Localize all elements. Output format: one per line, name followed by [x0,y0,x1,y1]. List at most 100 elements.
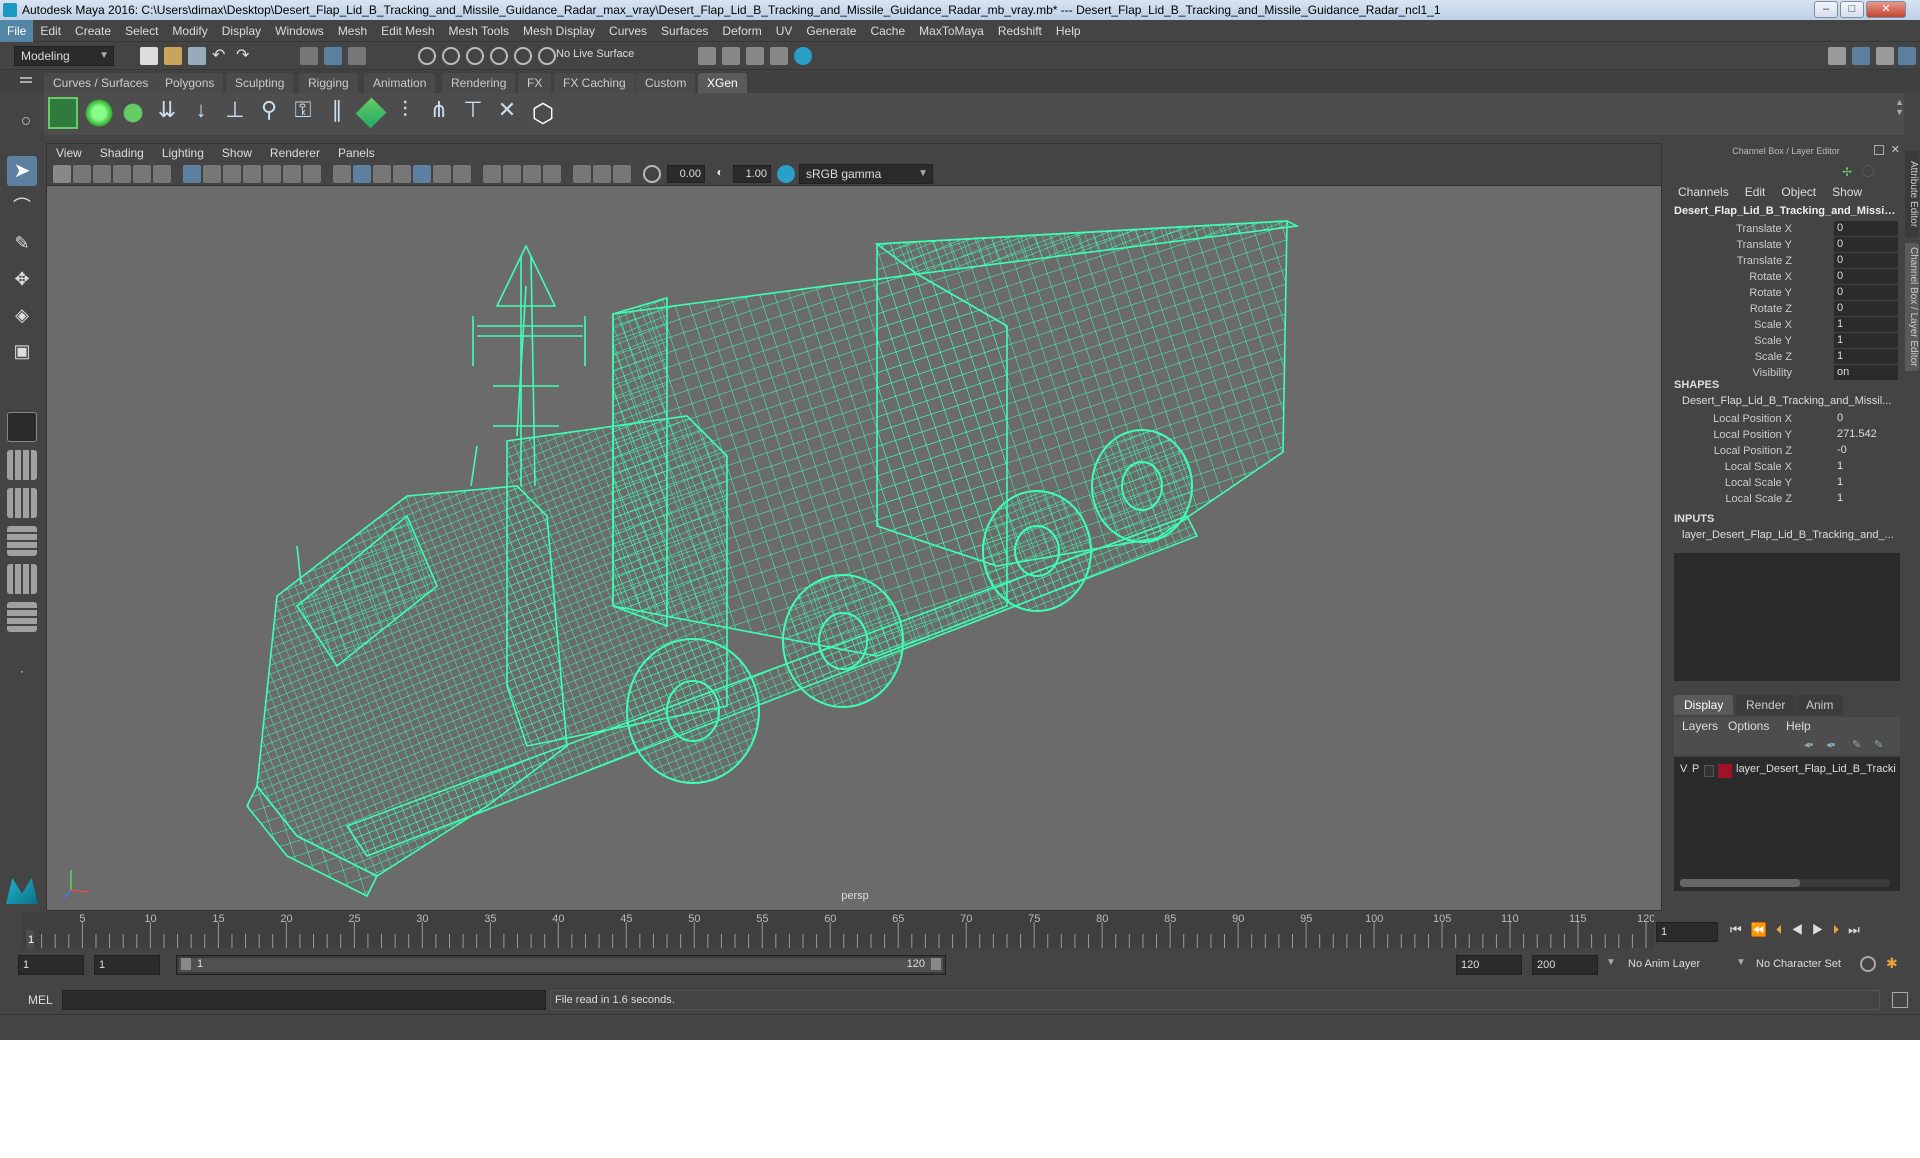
new-layer-icon[interactable]: ✎ [1852,738,1861,751]
wheel-1[interactable] [626,638,760,784]
undo-icon[interactable]: ↶ [212,47,230,65]
channel-attr-value[interactable]: 0 [1834,301,1898,316]
open-scene-icon[interactable] [164,47,182,65]
safe-action-icon[interactable] [283,165,301,183]
shape-attr-value[interactable]: 1 [1834,475,1898,490]
layer-menu-help[interactable]: Help [1786,719,1811,733]
shadows-icon[interactable] [433,165,451,183]
render-frame-icon[interactable] [698,47,716,65]
exposure-field[interactable]: 0.00 [667,165,705,183]
menu-redshift[interactable]: Redshift [991,20,1049,42]
scale-tool-icon[interactable]: ▣ [7,336,37,366]
shelf-tab-xgen[interactable]: XGen [698,73,747,93]
shape-attr-value[interactable]: 1 [1834,459,1898,474]
rotate-tool-icon[interactable]: ◈ [7,300,37,330]
select-hierarchy-icon[interactable] [300,47,318,65]
two-d-pan-icon[interactable] [133,165,151,183]
gate-mask-icon[interactable] [243,165,261,183]
wireframe-icon[interactable] [333,165,351,183]
smooth-shade-icon[interactable] [353,165,371,183]
snap-live-icon[interactable] [538,47,556,65]
shelf-tab-rigging[interactable]: Rigging [299,73,358,93]
vp-menu-lighting[interactable]: Lighting [153,144,213,162]
xgen-preview-icon[interactable]: ⬡ [528,97,558,129]
field-chart-icon[interactable] [263,165,281,183]
channel-box-toggle-icon[interactable] [1898,47,1916,65]
layer-type-toggle[interactable] [1704,765,1714,777]
layer-name[interactable]: layer_Desert_Flap_Lid_B_Trackir [1736,763,1896,775]
lasso-tool-icon[interactable]: ⌒ [7,192,37,222]
ipr-render-icon[interactable] [722,47,740,65]
step-forward-key-icon[interactable]: ⏵ [1833,922,1849,937]
guide-length-icon[interactable]: ∥ [322,97,352,129]
shelf-menu-icon[interactable] [20,77,32,79]
move-layer-up-icon[interactable]: ◂▪ [1804,738,1813,751]
move-layer-down-icon[interactable]: ◂▪ [1826,738,1835,751]
lasso-guide-icon[interactable]: ⚲ [254,97,284,129]
vp-menu-view[interactable]: View [47,144,91,162]
shape-attr-row[interactable]: Local Position Z -0 [1670,443,1902,459]
channel-attr-row[interactable]: Scale X 1 [1670,317,1902,333]
shelf-scroll-icon[interactable]: ▲ ▼ [1895,97,1904,117]
layout-graph-icon[interactable] [7,602,37,632]
snap-view-plane-icon[interactable] [490,47,508,65]
channel-attr-value[interactable]: 0 [1834,269,1898,284]
bookmark-icon[interactable] [93,165,111,183]
animation-end-field[interactable]: 200 [1532,955,1598,975]
menu-edit[interactable]: Edit [33,20,68,42]
channel-attr-row[interactable]: Translate Z 0 [1670,253,1902,269]
menu-select[interactable]: Select [118,20,165,42]
channel-attr-value[interactable]: 0 [1834,221,1898,236]
shelf-tab-polygons[interactable]: Polygons [156,73,224,93]
viewport-panel[interactable]: View Shading Lighting Show Renderer Pane… [46,143,1662,911]
snap-grid-icon[interactable] [418,47,436,65]
menu-mesh[interactable]: Mesh [331,20,374,42]
command-input[interactable] [62,990,546,1010]
vp-menu-shading[interactable]: Shading [91,144,153,162]
layer-tab-render[interactable]: Render [1736,695,1796,715]
range-end-grip[interactable] [931,958,941,970]
character-set-dropdown[interactable]: No Character Set [1756,958,1841,970]
colorspace-dropdown[interactable]: sRGB gamma ▼ [799,164,933,184]
auto-key-icon[interactable] [1860,956,1876,972]
minimize-button[interactable]: – [1814,1,1838,18]
attribute-editor-side-tab[interactable]: Attribute Editor [1905,151,1919,237]
save-scene-icon[interactable] [188,47,206,65]
float-panel-icon[interactable] [1874,145,1884,155]
vp-menu-show[interactable]: Show [213,144,261,162]
render-view-icon[interactable] [794,47,812,65]
density-paint-icon[interactable] [355,97,387,129]
shape-attr-row[interactable]: Local Scale Y 1 [1670,475,1902,491]
color-management-icon[interactable] [777,165,795,183]
workspace-icon[interactable] [1828,47,1846,65]
shape-attr-row[interactable]: Local Scale Z 1 [1670,491,1902,507]
shelf-tab-rendering[interactable]: Rendering [442,73,516,93]
snap-curve-icon[interactable] [442,47,460,65]
hypershade-icon[interactable] [770,47,788,65]
isolate-select-icon[interactable] [543,165,561,183]
menu-curves[interactable]: Curves [602,20,654,42]
channel-attr-row[interactable]: Rotate Z 0 [1670,301,1902,317]
new-scene-icon[interactable] [140,47,158,65]
layout-four-icon[interactable] [7,488,37,518]
go-to-end-icon[interactable]: ⏭ [1848,922,1869,937]
selected-node-name[interactable]: Desert_Flap_Lid_B_Tracking_and_Missile..… [1674,205,1898,217]
close-button[interactable]: ✕ [1866,1,1906,18]
layer-list-scrollbar[interactable] [1680,879,1890,887]
channel-attr-value[interactable]: 0 [1834,253,1898,268]
shelf-tab-fx[interactable]: FX [518,73,552,93]
menu-maxtomaya[interactable]: MaxToMaya [912,20,991,42]
channel-box-scope-icon[interactable] [1862,165,1874,177]
lock-guide-icon[interactable]: ⚿ [288,97,318,129]
playback-end-field[interactable]: 120 [1456,955,1522,975]
move-tool-icon[interactable]: ✥ [7,264,37,294]
radar-truck-wireframe[interactable] [246,220,1300,898]
shape-attr-row[interactable]: Local Position X 0 [1670,411,1902,427]
shelf-tab-sculpting[interactable]: Sculpting [226,73,294,93]
select-component-icon[interactable] [348,47,366,65]
wheel-2[interactable] [782,574,904,708]
cb-menu-object[interactable]: Object [1773,185,1824,199]
shape-attr-row[interactable]: Local Position Y 271.542 [1670,427,1902,443]
shape-attr-value[interactable]: -0 [1834,443,1898,458]
animation-start-field[interactable]: 1 [18,955,84,975]
